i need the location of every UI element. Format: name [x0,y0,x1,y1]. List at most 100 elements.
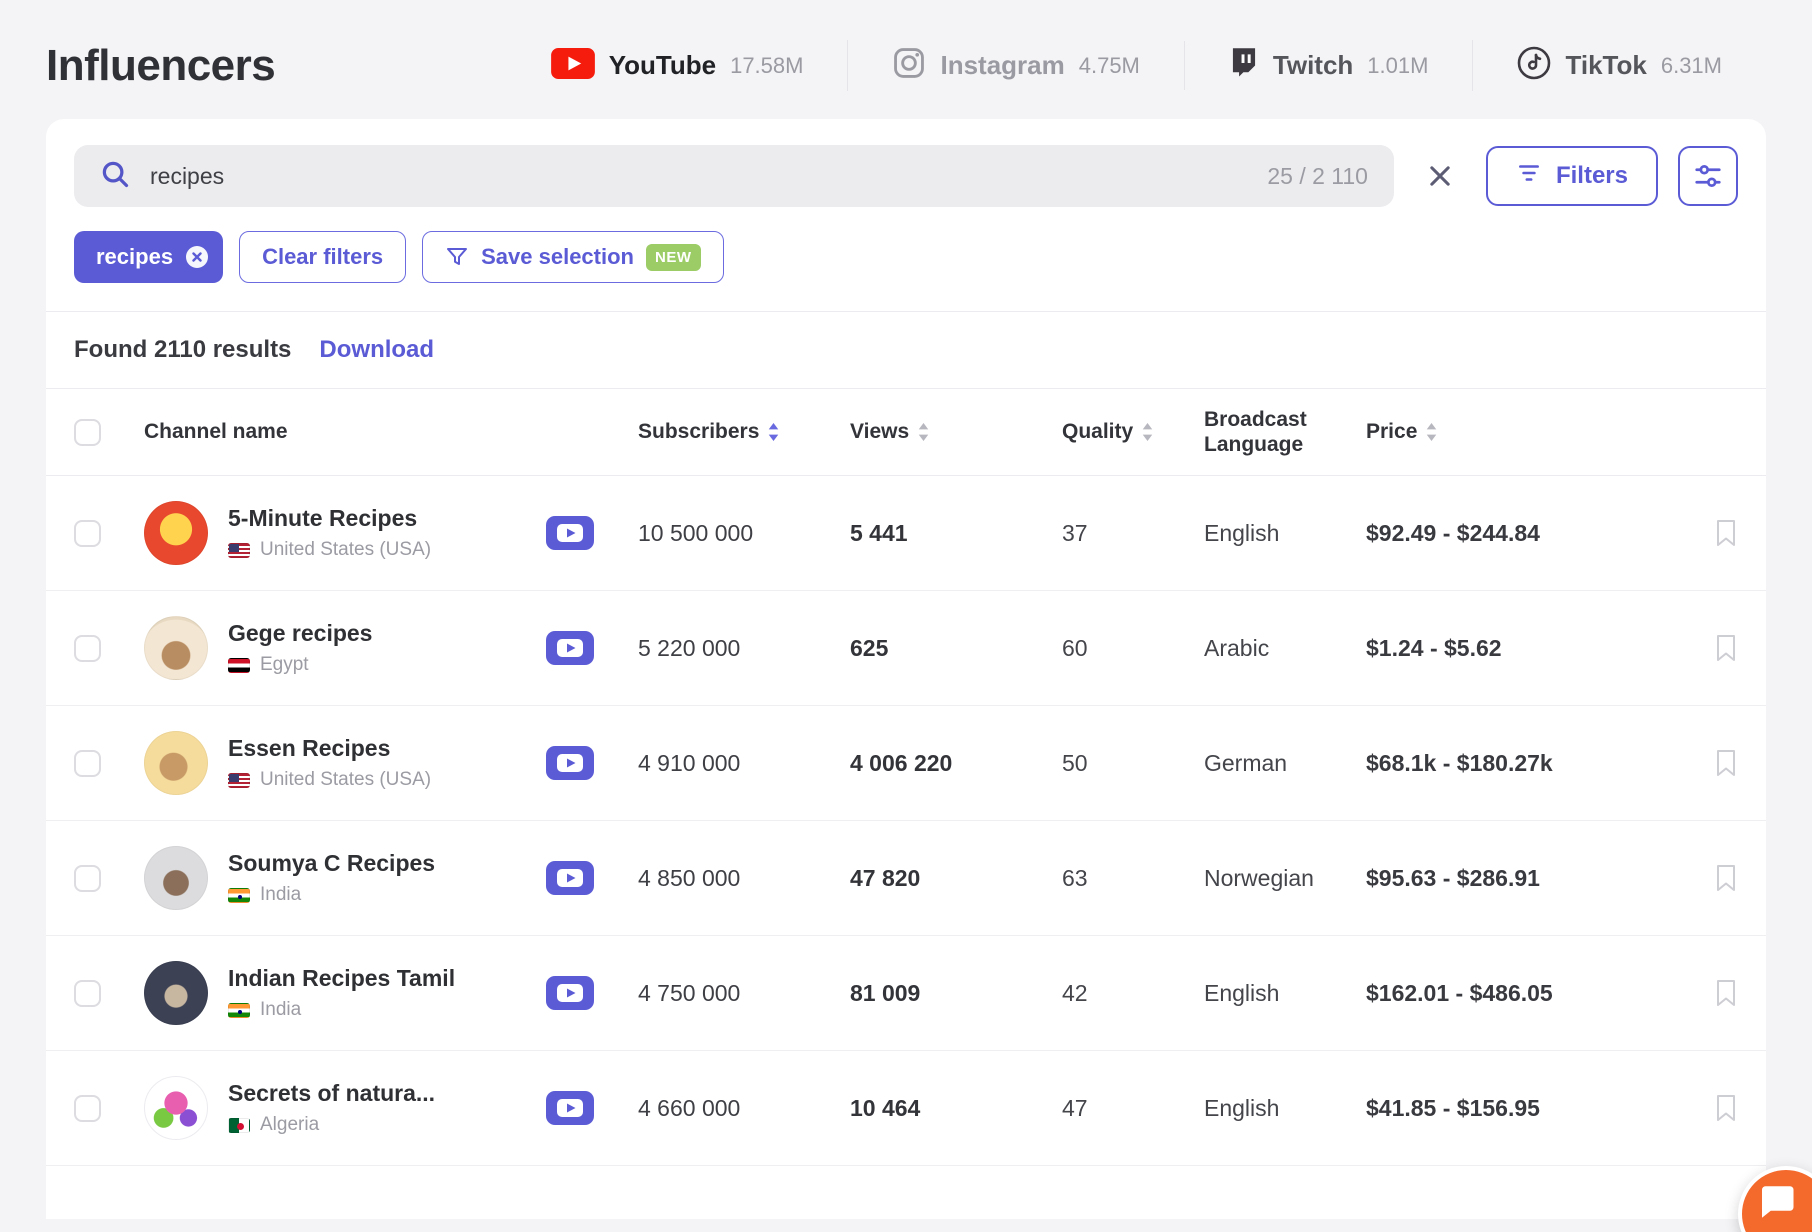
tab-tiktok[interactable]: TikTok 6.31M [1472,40,1766,91]
twitch-icon [1229,47,1259,84]
price-value: $92.49 - $244.84 [1366,519,1540,546]
instagram-icon [892,46,926,85]
clear-search-button[interactable] [1414,156,1466,196]
clear-filters-label: Clear filters [262,244,384,269]
select-all-checkbox[interactable] [74,418,101,446]
quality-value: 50 [1062,749,1088,776]
channel-name[interactable]: Essen Recipes [228,735,431,762]
sliders-icon [1695,165,1721,188]
filter-chip-recipes[interactable]: recipes [74,231,224,283]
subscribers-value: 4 750 000 [638,979,741,1006]
table-row[interactable]: Essen Recipes United States (USA) 4 910 … [46,706,1766,821]
subscribers-value: 10 500 000 [638,519,754,546]
views-value: 47 820 [850,864,921,891]
quality-value: 63 [1062,864,1088,891]
language-value: English [1204,519,1280,546]
quality-value: 42 [1062,979,1088,1006]
row-checkbox[interactable] [74,979,101,1007]
table-row[interactable]: Indian Recipes Tamil India 4 750 000 81 … [46,936,1766,1051]
top-header: Influencers YouTube 17.58M Instagram 4.7… [0,0,1812,119]
tiktok-icon [1517,46,1551,85]
language-value: English [1204,979,1280,1006]
language-value: Norwegian [1204,864,1314,891]
download-link[interactable]: Download [319,336,434,364]
search-box[interactable]: 25 / 2 110 [74,145,1394,207]
row-checkbox[interactable] [74,634,101,662]
search-input[interactable] [150,162,1248,190]
tab-tiktok-label: TikTok [1565,50,1647,80]
row-checkbox[interactable] [74,749,101,777]
channel-name[interactable]: Soumya C Recipes [228,850,435,877]
sort-icon-subscribers [767,423,780,441]
youtube-play-button[interactable] [546,746,638,780]
youtube-play-button[interactable] [546,976,638,1010]
bookmark-icon[interactable] [1714,634,1738,662]
column-header-price[interactable]: Price [1366,420,1682,444]
clear-filters-button[interactable]: Clear filters [239,231,407,283]
table-row[interactable]: Gege recipes Egypt 5 220 000 625 60 Arab… [46,591,1766,706]
youtube-play-button[interactable] [546,631,638,665]
row-checkbox[interactable] [74,519,101,547]
platform-tabs: YouTube 17.58M Instagram 4.75M Twitch 1.… [507,40,1766,91]
sort-icon-quality [1141,423,1154,441]
country-flag-icon [228,772,250,788]
bookmark-icon[interactable] [1714,749,1738,777]
chip-remove-icon[interactable] [185,245,209,269]
channel-avatar [144,501,208,565]
country-flag-icon [228,1117,250,1133]
bookmark-icon[interactable] [1714,979,1738,1007]
found-results-text: Found 2110 results [74,336,292,363]
tab-youtube[interactable]: YouTube 17.58M [507,42,848,90]
settings-sliders-button[interactable] [1678,146,1738,206]
price-value: $1.24 - $5.62 [1366,634,1502,661]
price-value: $68.1k - $180.27k [1366,749,1553,776]
column-header-subscribers[interactable]: Subscribers [638,420,850,444]
tab-twitch[interactable]: Twitch 1.01M [1183,41,1473,90]
active-filters-row: recipes Clear filters Save selection NEW [46,227,1766,311]
channel-name[interactable]: Gege recipes [228,620,372,647]
row-checkbox[interactable] [74,864,101,892]
column-header-channel: Channel name [144,420,288,443]
channel-avatar [144,616,208,680]
column-header-quality[interactable]: Quality [1062,420,1204,444]
save-selection-button[interactable]: Save selection NEW [422,231,724,283]
table-row[interactable]: Secrets of natura... Algeria 4 660 000 1… [46,1051,1766,1166]
channel-avatar [144,961,208,1025]
channel-cell: Indian Recipes Tamil India [144,961,546,1025]
bookmark-icon[interactable] [1714,1094,1738,1122]
channel-country: United States (USA) [260,539,432,560]
youtube-play-button[interactable] [546,516,638,550]
column-header-views[interactable]: Views [850,420,1062,444]
channel-name[interactable]: Indian Recipes Tamil [228,965,455,992]
country-flag-icon [228,542,250,558]
filter-chip-label: recipes [96,244,174,269]
channel-cell: Essen Recipes United States (USA) [144,731,546,795]
row-checkbox[interactable] [74,1094,101,1122]
youtube-play-button[interactable] [546,1091,638,1125]
filters-button[interactable]: Filters [1485,146,1658,206]
tab-instagram[interactable]: Instagram 4.75M [847,40,1183,91]
bookmark-icon[interactable] [1714,519,1738,547]
price-value: $41.85 - $156.95 [1366,1094,1540,1121]
channel-name[interactable]: Secrets of natura... [228,1080,435,1107]
views-value: 10 464 [850,1094,921,1121]
channel-avatar [144,731,208,795]
search-icon [100,159,130,194]
table-row[interactable]: Soumya C Recipes India 4 850 000 47 820 … [46,821,1766,936]
sort-icon-price [1425,423,1438,441]
bookmark-icon[interactable] [1714,864,1738,892]
table-row[interactable]: 5-Minute Recipes United States (USA) 10 … [46,476,1766,591]
channel-country: Algeria [260,1114,320,1135]
channel-avatar [144,846,208,910]
search-result-counter: 25 / 2 110 [1267,162,1368,189]
tab-youtube-count: 17.58M [730,52,804,78]
chat-icon [1762,1186,1794,1218]
subscribers-value: 5 220 000 [638,634,741,661]
channel-name[interactable]: 5-Minute Recipes [228,505,431,532]
subscribers-value: 4 660 000 [638,1094,741,1121]
youtube-play-button[interactable] [546,861,638,895]
table-header: Channel name Subscribers Views Quality B… [46,388,1766,476]
language-value: English [1204,1094,1280,1121]
channel-cell: Secrets of natura... Algeria [144,1076,546,1140]
country-flag-icon [228,1002,250,1018]
